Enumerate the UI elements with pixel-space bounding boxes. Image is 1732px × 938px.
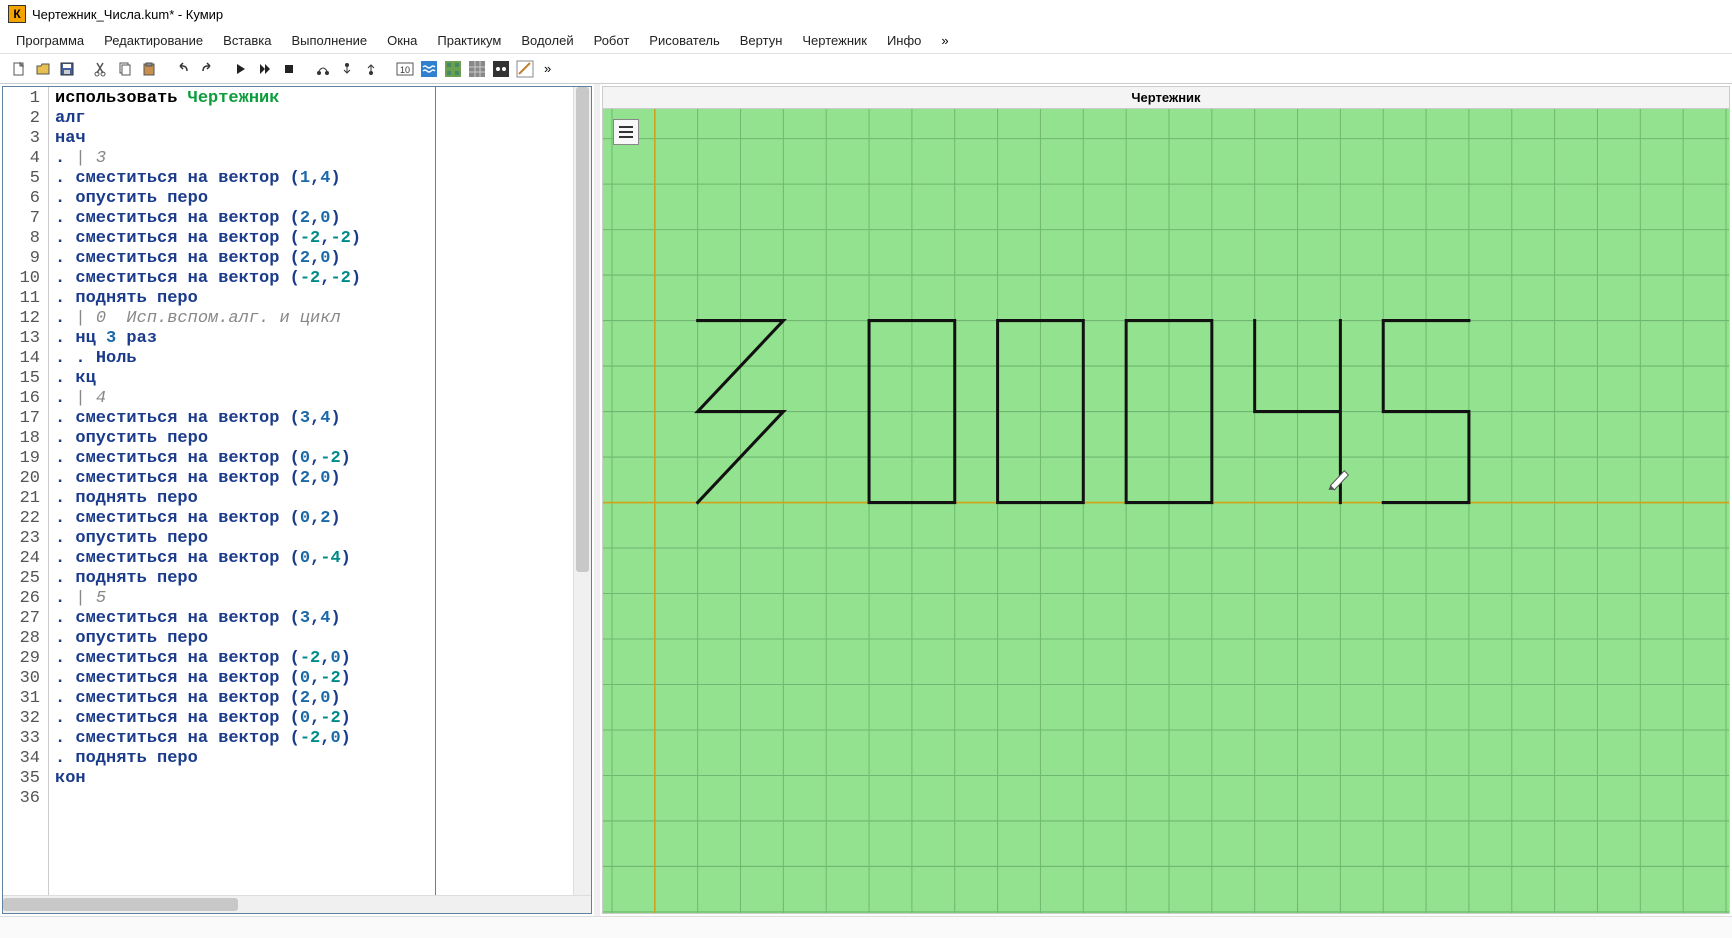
code-line[interactable]: . сместиться на вектор (-2,-2) [55, 269, 585, 289]
canvas-menu-button[interactable] [613, 119, 639, 145]
undo-button[interactable] [172, 58, 194, 80]
menu-item[interactable]: Инфо [879, 30, 929, 51]
redo-button[interactable] [196, 58, 218, 80]
code-line[interactable]: . сместиться на вектор (2,0) [55, 689, 585, 709]
code-line[interactable]: . | 3 [55, 149, 585, 169]
scrollbar-thumb[interactable] [3, 898, 238, 911]
tool-drafter-button[interactable] [514, 58, 536, 80]
menu-item[interactable]: Рисователь [641, 30, 727, 51]
cut-button[interactable] [90, 58, 112, 80]
code-line[interactable]: кон [55, 769, 585, 789]
menu-item[interactable]: Водолей [513, 30, 581, 51]
editor-body[interactable]: 1234567891011121314151617181920212223242… [3, 87, 591, 895]
editor-horizontal-scrollbar[interactable] [3, 895, 591, 913]
editor-vertical-split[interactable] [435, 87, 436, 895]
canvas-pane: Чертежник [602, 86, 1730, 914]
canvas-title: Чертежник [603, 87, 1729, 109]
tool-aquarius-button[interactable] [418, 58, 440, 80]
menu-item[interactable]: Выполнение [283, 30, 375, 51]
code-line[interactable]: . сместиться на вектор (2,0) [55, 249, 585, 269]
code-line[interactable]: нач [55, 129, 585, 149]
code-line[interactable]: использовать Чертежник [55, 89, 585, 109]
code-line[interactable]: . сместиться на вектор (2,0) [55, 209, 585, 229]
svg-text:10: 10 [400, 65, 410, 75]
code-line[interactable]: . поднять перо [55, 489, 585, 509]
code-line[interactable]: . опустить перо [55, 629, 585, 649]
menu-item[interactable]: Редактирование [96, 30, 211, 51]
code-line[interactable]: . сместиться на вектор (0,-2) [55, 709, 585, 729]
copy-button[interactable] [114, 58, 136, 80]
tool-grid-button[interactable] [466, 58, 488, 80]
code-line[interactable]: . сместиться на вектор (-2,0) [55, 649, 585, 669]
step-over-button[interactable] [312, 58, 334, 80]
tool-game-button[interactable] [490, 58, 512, 80]
code-line[interactable]: . | 4 [55, 389, 585, 409]
code-line[interactable]: . сместиться на вектор (1,4) [55, 169, 585, 189]
menu-item[interactable]: Вертун [732, 30, 791, 51]
menu-bar: ПрограммаРедактированиеВставкаВыполнение… [0, 28, 1732, 54]
code-area[interactable]: использовать Чертежникалгнач. | 3. смест… [49, 87, 591, 895]
new-file-button[interactable] [8, 58, 30, 80]
code-line[interactable]: . поднять перо [55, 749, 585, 769]
step-into-button[interactable] [336, 58, 358, 80]
code-line[interactable]: . сместиться на вектор (-2,-2) [55, 229, 585, 249]
code-line[interactable]: . сместиться на вектор (-2,0) [55, 729, 585, 749]
code-line[interactable]: . опустить перо [55, 529, 585, 549]
pane-splitter[interactable] [594, 84, 600, 916]
menu-item[interactable]: Робот [586, 30, 638, 51]
stop-button[interactable] [278, 58, 300, 80]
toolbar: 10 » [0, 54, 1732, 84]
app-icon: К [8, 5, 26, 23]
step-out-button[interactable] [360, 58, 382, 80]
code-line[interactable]: . поднять перо [55, 289, 585, 309]
code-line[interactable]: . поднять перо [55, 569, 585, 589]
code-line[interactable]: . опустить перо [55, 189, 585, 209]
title-bar: К Чертежник_Числа.kum* - Кумир [0, 0, 1732, 28]
code-line[interactable]: . сместиться на вектор (3,4) [55, 409, 585, 429]
tool-counter-button[interactable]: 10 [394, 58, 416, 80]
menu-item[interactable]: Окна [379, 30, 425, 51]
run-button[interactable] [230, 58, 252, 80]
window-title: Чертежник_Числа.kum* - Кумир [32, 7, 223, 22]
main-area: 1234567891011121314151617181920212223242… [0, 84, 1732, 916]
menu-item[interactable]: Вставка [215, 30, 279, 51]
code-line[interactable]: . . Ноль [55, 349, 585, 369]
code-line[interactable]: . сместиться на вектор (3,4) [55, 609, 585, 629]
code-line[interactable] [55, 789, 585, 809]
code-line[interactable]: . нц 3 раз [55, 329, 585, 349]
run-fast-button[interactable] [254, 58, 276, 80]
line-number-gutter: 1234567891011121314151617181920212223242… [3, 87, 49, 895]
menu-item[interactable]: Чертежник [794, 30, 875, 51]
paste-button[interactable] [138, 58, 160, 80]
canvas-grid [603, 109, 1729, 913]
code-line[interactable]: . | 5 [55, 589, 585, 609]
menu-item[interactable]: Программа [8, 30, 92, 51]
code-line[interactable]: . опустить перо [55, 429, 585, 449]
code-line[interactable]: . сместиться на вектор (0,-2) [55, 669, 585, 689]
app-window: К Чертежник_Числа.kum* - Кумир Программа… [0, 0, 1732, 938]
tool-robot-button[interactable] [442, 58, 464, 80]
menu-more-button[interactable]: » [933, 30, 956, 51]
save-file-button[interactable] [56, 58, 78, 80]
code-line[interactable]: . сместиться на вектор (0,2) [55, 509, 585, 529]
open-file-button[interactable] [32, 58, 54, 80]
editor-pane: 1234567891011121314151617181920212223242… [2, 86, 592, 914]
code-line[interactable]: алг [55, 109, 585, 129]
drawing-canvas[interactable] [603, 109, 1729, 913]
editor-vertical-scrollbar[interactable] [573, 87, 591, 895]
code-line[interactable]: . сместиться на вектор (0,-4) [55, 549, 585, 569]
scrollbar-thumb[interactable] [576, 87, 589, 572]
toolbar-more-button[interactable]: » [538, 61, 557, 76]
status-bar [0, 916, 1732, 938]
code-line[interactable]: . | 0 Исп.вспом.алг. и цикл [55, 309, 585, 329]
menu-item[interactable]: Практикум [429, 30, 509, 51]
code-line[interactable]: . сместиться на вектор (2,0) [55, 469, 585, 489]
code-line[interactable]: . кц [55, 369, 585, 389]
code-line[interactable]: . сместиться на вектор (0,-2) [55, 449, 585, 469]
